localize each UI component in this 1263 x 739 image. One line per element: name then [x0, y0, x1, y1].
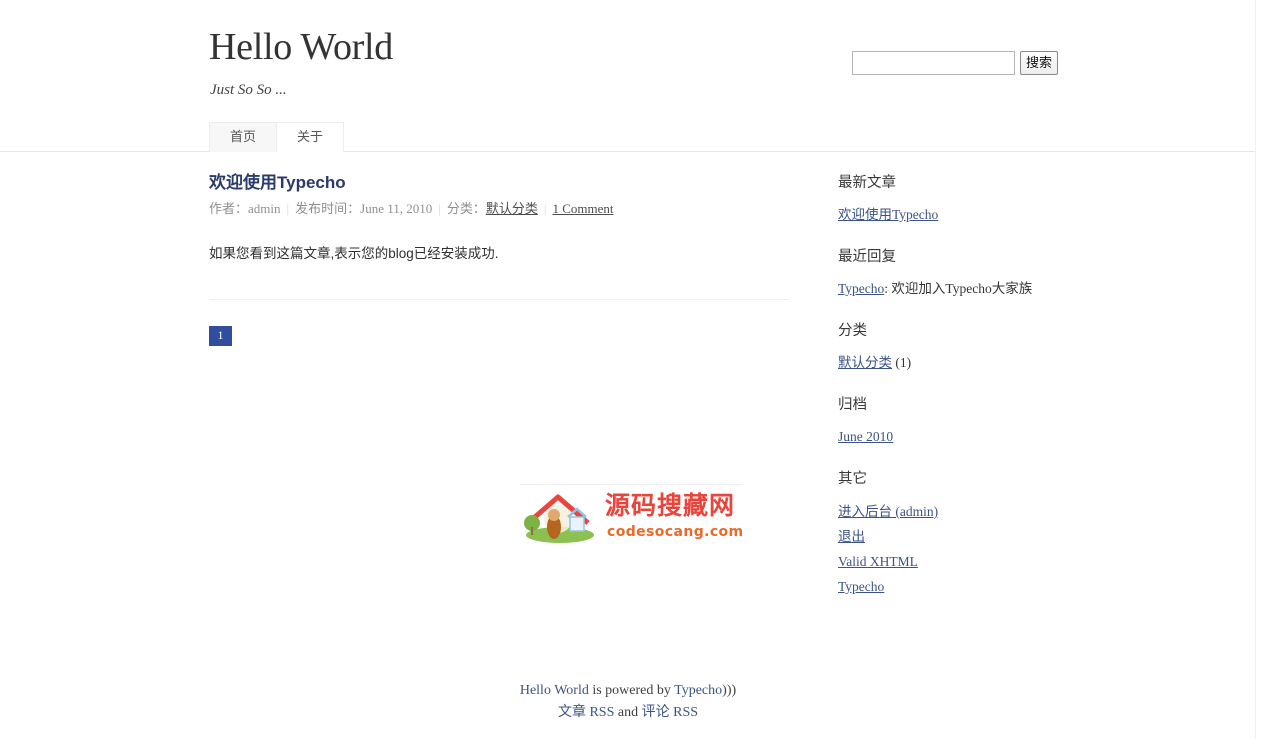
- admin-panel-link[interactable]: 进入后台 (admin): [838, 504, 938, 519]
- nav-link-about[interactable]: 关于: [277, 123, 344, 152]
- category-link[interactable]: 默认分类: [838, 355, 892, 370]
- search-input[interactable]: [852, 51, 1015, 75]
- widget-categories: 分类 默认分类 (1): [838, 322, 1053, 374]
- recent-comments-list: Typecho: 欢迎加入Typecho大家族: [838, 278, 1053, 300]
- pagination: 1: [209, 326, 809, 346]
- footer-and-text: and: [614, 705, 642, 720]
- list-item: Typecho: [838, 575, 1053, 598]
- footer-engine-link[interactable]: Typecho: [674, 683, 722, 698]
- list-item: June 2010: [838, 426, 1053, 448]
- post-title: 欢迎使用Typecho: [209, 172, 809, 194]
- footer-site-link[interactable]: Hello World: [520, 683, 589, 698]
- recent-comment-author-link[interactable]: Typecho: [838, 281, 884, 296]
- widget-title-recent-comments: 最近回复: [838, 249, 896, 265]
- post-author-value: admin: [248, 201, 281, 216]
- footer-comment-rss-link[interactable]: 评论 RSS: [642, 705, 698, 720]
- site-title-link[interactable]: Hello World: [209, 26, 393, 68]
- post-author-label: 作者：: [209, 201, 249, 216]
- post-title-link[interactable]: 欢迎使用Typecho: [209, 173, 346, 192]
- site-description: Just So So ...: [210, 82, 287, 98]
- post-paragraph: 如果您看到这篇文章,表示您的blog已经安装成功.: [209, 246, 499, 261]
- widget-title-archives: 归档: [838, 397, 867, 413]
- search-button[interactable]: 搜索: [1020, 51, 1059, 75]
- watermark-sub-text: codesocang.com: [607, 524, 744, 540]
- list-item: 默认分类 (1): [838, 352, 1053, 374]
- latest-post-link[interactable]: 欢迎使用Typecho: [838, 207, 938, 222]
- main-nav: 首页 关于: [209, 122, 345, 152]
- nav-link-home[interactable]: 首页: [210, 123, 277, 152]
- meta-separator: |: [543, 201, 547, 216]
- archive-link[interactable]: June 2010: [838, 429, 893, 444]
- list-item: Valid XHTML: [838, 550, 1053, 573]
- search-form: 搜索: [852, 51, 1059, 75]
- page-title: Hello World: [209, 26, 393, 70]
- categories-list: 默认分类 (1): [838, 352, 1053, 374]
- widget-other: 其它 进入后台 (admin) 退出 Valid XHTML Typecho: [838, 470, 1053, 598]
- post-date-value: June 11, 2010: [360, 201, 433, 216]
- widget-archives: 归档 June 2010: [838, 396, 1053, 448]
- latest-posts-list: 欢迎使用Typecho: [838, 204, 1053, 226]
- nav-item-home[interactable]: 首页: [209, 122, 278, 152]
- recent-comment-text: : 欢迎加入Typecho大家族: [884, 281, 1033, 296]
- typecho-link[interactable]: Typecho: [838, 579, 884, 594]
- widget-title-categories: 分类: [838, 323, 867, 339]
- footer-rss-line: 文章 RSS and 评论 RSS: [0, 702, 1256, 724]
- list-item: 退出: [838, 525, 1053, 548]
- category-count: (1): [892, 355, 912, 370]
- post-category-label: 分类：: [446, 201, 486, 216]
- list-item: 欢迎使用Typecho: [838, 204, 1053, 226]
- watermark-overlay: 源码搜藏网 codesocang.com: [520, 484, 744, 546]
- house-logo-icon: [524, 494, 594, 543]
- post-meta: 作者：admin | 发布时间：June 11, 2010 | 分类：默认分类 | 1 Co…: [209, 201, 809, 217]
- sidebar: 最新文章 欢迎使用Typecho 最近回复 Typecho: 欢迎加入Typec…: [838, 174, 1053, 598]
- footer-suffix: ))): [722, 683, 737, 698]
- list-item: 进入后台 (admin): [838, 500, 1053, 523]
- watermark-main-text: 源码搜藏网: [605, 491, 736, 520]
- valid-xhtml-link[interactable]: Valid XHTML: [838, 554, 918, 569]
- logout-link[interactable]: 退出: [838, 529, 865, 544]
- widget-title-other: 其它: [838, 471, 867, 487]
- watermark-rule: [520, 484, 742, 485]
- post-body: 如果您看到这篇文章,表示您的blog已经安装成功.: [209, 243, 809, 265]
- post-category-link[interactable]: 默认分类: [486, 201, 538, 216]
- site-header: Hello World Just So So ... 搜索 首页 关于: [0, 0, 1255, 152]
- page-wrapper: Hello World Just So So ... 搜索 首页 关于 欢迎使用…: [0, 0, 1256, 739]
- footer-article-rss-link[interactable]: 文章 RSS: [558, 705, 614, 720]
- post-divider: [209, 299, 789, 300]
- footer-powered-text: is powered by: [588, 683, 675, 698]
- nav-item-about[interactable]: 关于: [276, 122, 345, 152]
- main-column: 欢迎使用Typecho 作者：admin | 发布时间：June 11, 2010 |…: [209, 172, 809, 346]
- archives-list: June 2010: [838, 426, 1053, 448]
- footer-powered-line: Hello World is powered by Typecho))): [0, 680, 1256, 702]
- post-comments-link[interactable]: 1 Comment: [553, 201, 614, 216]
- other-list: 进入后台 (admin) 退出 Valid XHTML Typecho: [838, 500, 1053, 598]
- list-item: Typecho: 欢迎加入Typecho大家族: [838, 278, 1053, 300]
- pagination-page-1[interactable]: 1: [209, 326, 232, 346]
- widget-latest-posts: 最新文章 欢迎使用Typecho: [838, 174, 1053, 226]
- post-date-label: 发布时间：: [295, 201, 361, 216]
- site-footer: Hello World is powered by Typecho))) 文章 …: [0, 680, 1256, 724]
- meta-separator: |: [438, 201, 441, 216]
- widget-title-latest-posts: 最新文章: [838, 175, 896, 191]
- meta-separator: |: [286, 201, 290, 216]
- widget-recent-comments: 最近回复 Typecho: 欢迎加入Typecho大家族: [838, 248, 1053, 300]
